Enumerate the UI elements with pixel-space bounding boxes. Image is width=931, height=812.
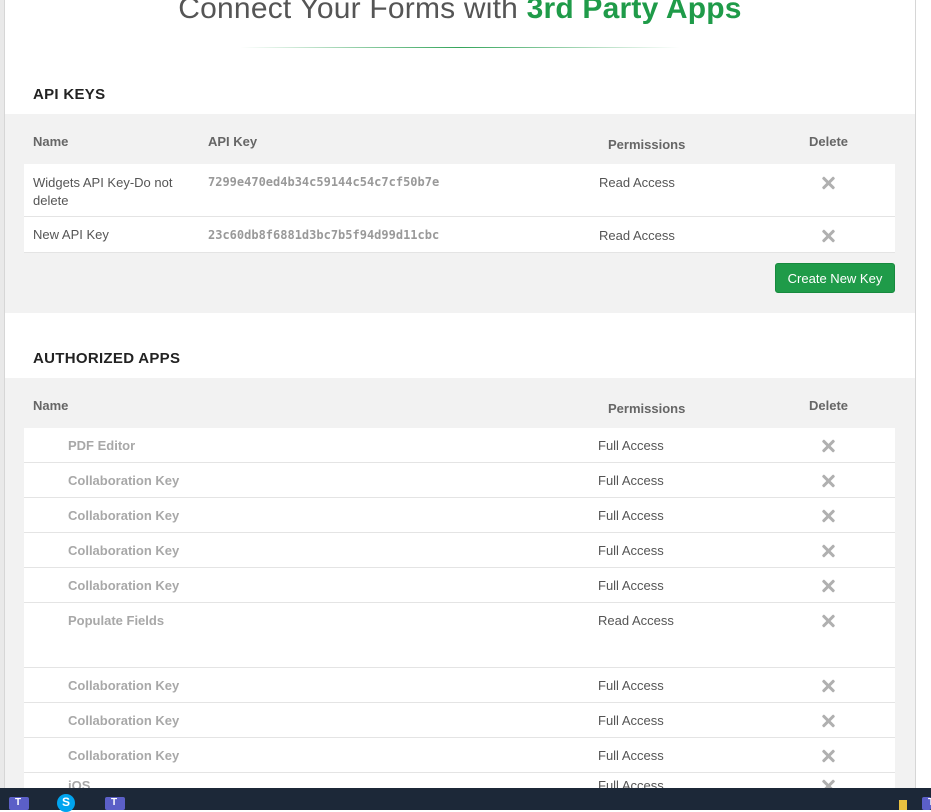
- app-row: Collaboration Key Full Access: [24, 463, 895, 498]
- delete-icon[interactable]: [821, 544, 835, 558]
- app-permission: Read Access: [598, 613, 674, 628]
- api-keys-col-delete: Delete: [809, 134, 849, 149]
- create-new-key-button[interactable]: Create New Key: [775, 263, 895, 293]
- page-title-prefix: Connect Your Forms with: [178, 0, 527, 25]
- app-permission: Full Access: [598, 473, 664, 488]
- api-key-permission: Read Access: [599, 175, 675, 190]
- api-key-name-line2: delete: [33, 193, 69, 208]
- api-key-name: New API Key: [33, 227, 109, 242]
- skype-icon[interactable]: [57, 794, 75, 812]
- api-key-row: New API Key 23c60db8f6881d3bc7b5f94d99d1…: [24, 217, 895, 253]
- delete-icon[interactable]: [821, 176, 835, 190]
- app-permission: Full Access: [598, 438, 664, 453]
- api-key-name: Widgets API Key-Do not delete: [33, 174, 172, 210]
- delete-icon[interactable]: [821, 579, 835, 593]
- app-row: Collaboration Key Full Access: [24, 498, 895, 533]
- right-window-edge: [915, 0, 931, 788]
- page-content: Connect Your Forms with 3rd Party Apps A…: [5, 0, 915, 788]
- api-key-name-line1: Widgets API Key-Do not: [33, 175, 173, 190]
- app-permission: Full Access: [598, 578, 664, 593]
- app-row: Collaboration Key Full Access: [24, 533, 895, 568]
- api-keys-col-permissions: Permissions: [608, 137, 686, 152]
- delete-icon[interactable]: [821, 614, 835, 628]
- app-permission: Full Access: [598, 543, 664, 558]
- authorized-apps-panel: Name Permissions Delete PDF Editor Full …: [5, 378, 915, 788]
- app-row: Collaboration Key Full Access: [24, 568, 895, 603]
- teams-icon[interactable]: [922, 797, 931, 810]
- app-row: iOS Full Access: [24, 773, 895, 788]
- app-row: Populate Fields Read Access: [24, 603, 895, 668]
- api-keys-col-name: Name: [33, 134, 69, 149]
- api-key-row: Widgets API Key-Do not delete 7299e470ed…: [24, 164, 895, 217]
- api-keys-title: API KEYS: [33, 86, 106, 103]
- app-name: Collaboration Key: [68, 578, 180, 593]
- app-name: Collaboration Key: [68, 473, 180, 488]
- title-divider: [240, 47, 680, 48]
- delete-icon[interactable]: [821, 509, 835, 523]
- api-key-value[interactable]: 23c60db8f6881d3bc7b5f94d99d11cbc: [208, 228, 439, 242]
- apps-col-name: Name: [33, 398, 69, 413]
- app-name: Collaboration Key: [68, 508, 180, 523]
- delete-icon[interactable]: [821, 714, 835, 728]
- app-row: Collaboration Key Full Access: [24, 738, 895, 773]
- delete-icon[interactable]: [821, 229, 835, 243]
- app-row: Collaboration Key Full Access: [24, 703, 895, 738]
- api-key-value[interactable]: 7299e470ed4b34c59144c54c7cf50b7e: [208, 175, 439, 189]
- app-row: Collaboration Key Full Access: [24, 668, 895, 703]
- authorized-apps-title: AUTHORIZED APPS: [33, 350, 181, 367]
- app-name: PDF Editor: [68, 438, 136, 453]
- page-title-accent: 3rd Party Apps: [526, 0, 742, 25]
- app-permission: Full Access: [598, 713, 664, 728]
- app-row: PDF Editor Full Access: [24, 428, 895, 463]
- app-permission: Full Access: [598, 778, 664, 788]
- app-name: Collaboration Key: [68, 748, 180, 763]
- api-key-permission: Read Access: [599, 228, 675, 243]
- app-name: Collaboration Key: [68, 713, 180, 728]
- teams-icon[interactable]: [105, 797, 125, 810]
- delete-icon[interactable]: [821, 679, 835, 693]
- page-title: Connect Your Forms with 3rd Party Apps: [5, 0, 915, 26]
- tray-file-icon[interactable]: [899, 800, 907, 810]
- app-permission: Full Access: [598, 748, 664, 763]
- apps-col-permissions: Permissions: [608, 401, 686, 416]
- delete-icon[interactable]: [821, 474, 835, 488]
- apps-col-delete: Delete: [809, 398, 849, 413]
- app-name: Populate Fields: [68, 613, 165, 628]
- app-name: Collaboration Key: [68, 678, 180, 693]
- app-permission: Full Access: [598, 508, 664, 523]
- delete-icon[interactable]: [821, 439, 835, 453]
- app-name: Collaboration Key: [68, 543, 180, 558]
- teams-icon[interactable]: [9, 797, 29, 810]
- taskbar: [0, 788, 931, 812]
- delete-icon[interactable]: [821, 779, 835, 788]
- api-keys-col-key: API Key: [208, 134, 258, 149]
- delete-icon[interactable]: [821, 749, 835, 763]
- app-name: iOS: [68, 778, 91, 788]
- app-permission: Full Access: [598, 678, 664, 693]
